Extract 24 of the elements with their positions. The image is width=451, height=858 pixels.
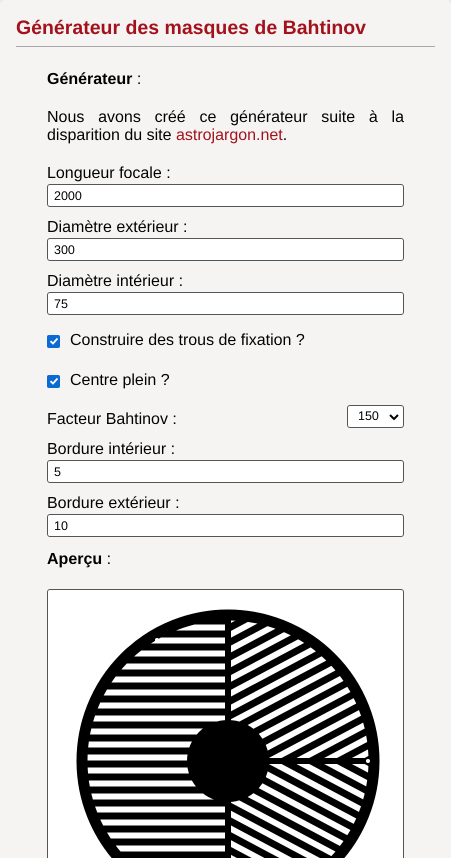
field-label: Longueur focale : — [47, 165, 172, 183]
field-label: Bordure extérieur : — [47, 495, 181, 513]
input-field[interactable]: 300 — [47, 238, 404, 261]
field-label: Facteur Bahtinov : — [47, 411, 177, 429]
field-label: Diamètre intérieur : — [47, 273, 184, 291]
input-field[interactable]: 5 — [47, 460, 404, 483]
checkbox-label: Centre plein ? — [70, 372, 170, 390]
checkbox[interactable] — [47, 374, 60, 388]
input-field[interactable]: 2000 — [47, 184, 404, 207]
checkbox-label: Construire des trous de fixation ? — [70, 332, 305, 350]
section-label: Générateur : — [47, 71, 142, 89]
checkbox[interactable] — [47, 334, 60, 348]
intro-paragraph: Nous avons créé ce générateur suite à la disparition du site astrojargon.net. — [47, 109, 404, 145]
check-icon — [48, 376, 58, 386]
input-field[interactable]: 10 — [47, 514, 404, 537]
chevron-down-icon — [389, 412, 399, 420]
input-field[interactable]: 75 — [47, 292, 404, 315]
page-title: Générateur des masques de Bahtinov — [16, 16, 368, 41]
select-dropdown[interactable]: 150 — [347, 405, 404, 428]
field-label: Diamètre extérieur : — [47, 219, 188, 237]
site-link[interactable]: astrojargon.net — [176, 127, 283, 144]
check-icon — [48, 336, 58, 346]
field-label: Bordure intérieur : — [47, 441, 176, 459]
preview-label: Aperçu : — [47, 551, 112, 569]
